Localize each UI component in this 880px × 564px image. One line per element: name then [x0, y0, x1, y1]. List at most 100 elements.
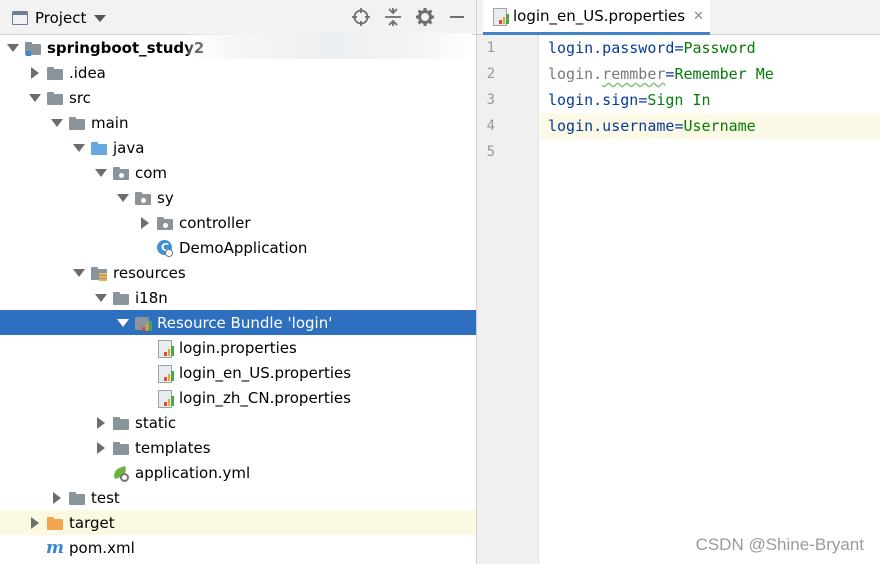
property-key: login.sign — [548, 91, 639, 109]
chevron-down-icon[interactable] — [116, 191, 130, 205]
gear-icon[interactable] — [414, 6, 436, 28]
tree-row[interactable]: login_zh_CN.properties — [0, 385, 476, 410]
chevron-down-icon[interactable] — [94, 14, 107, 22]
chevron-right-icon[interactable] — [94, 416, 108, 430]
chevron-down-icon[interactable] — [94, 166, 108, 180]
property-key: login.password — [548, 39, 675, 57]
chevron-right-icon[interactable] — [28, 516, 42, 530]
property-value: Remember Me — [674, 65, 774, 83]
code-line[interactable] — [540, 139, 880, 165]
folder-icon — [68, 114, 86, 132]
watermark: CSDN @Shine-Bryant — [695, 535, 864, 554]
excluded-folder-icon — [46, 514, 64, 532]
project-panel: Project springboot_study2 .idea src main jav… — [0, 0, 477, 564]
line-number: 2 — [486, 66, 495, 82]
properties-file-icon — [156, 389, 175, 408]
chevron-down-icon[interactable] — [94, 291, 108, 305]
property-key: login.remmber — [548, 65, 666, 83]
code-line[interactable]: login.remmber=Remember Me — [540, 61, 880, 87]
tree-row-label: Resource Bundle 'login' — [157, 313, 333, 332]
tree-row[interactable]: src — [0, 85, 476, 110]
chevron-right-icon[interactable] — [28, 66, 42, 80]
chevron-down-icon[interactable] — [116, 316, 130, 330]
tree-row[interactable]: target — [0, 510, 476, 535]
properties-file-icon — [156, 364, 175, 383]
chevron-down-icon[interactable] — [50, 116, 64, 130]
tree-row[interactable]: .idea — [0, 60, 476, 85]
class-icon — [156, 239, 174, 257]
module-folder-icon — [24, 39, 42, 57]
line-number-gutter: 1 2 3 4 5 — [477, 35, 539, 564]
chevron-right-icon[interactable] — [138, 216, 152, 230]
tree-row-label: DemoApplication — [179, 238, 308, 257]
editor-tab-bar: login_en_US.properties ✕ — [477, 0, 880, 35]
editor-tab-login-en-us[interactable]: login_en_US.properties ✕ — [483, 0, 710, 35]
tree-row-label: main — [91, 113, 129, 132]
code-line[interactable]: login.username=Username — [540, 113, 880, 139]
folder-icon — [46, 64, 64, 82]
tree-row[interactable]: Resource Bundle 'login' — [0, 310, 476, 335]
line-number: 3 — [486, 92, 495, 108]
tree-row-label: controller — [179, 213, 251, 232]
project-panel-header: Project — [0, 0, 476, 35]
chevron-down-icon[interactable] — [72, 266, 86, 280]
property-value: Username — [683, 117, 756, 135]
chevron-down-icon[interactable] — [28, 91, 42, 105]
equals-sign: = — [638, 91, 648, 109]
tree-row-label: pom.xml — [69, 538, 135, 557]
package-icon — [134, 189, 152, 207]
tree-row[interactable]: m pom.xml — [0, 535, 476, 560]
project-panel-title: Project — [35, 9, 87, 27]
tree-row-label: com — [135, 163, 168, 182]
folder-icon — [68, 489, 86, 507]
chevron-down-icon[interactable] — [6, 41, 20, 55]
tree-row-label: login_zh_CN.properties — [179, 388, 351, 407]
tree-row[interactable]: templates — [0, 435, 476, 460]
code-area[interactable]: login.password=Password login.remmber=Rem… — [540, 35, 880, 564]
code-line[interactable]: login.sign=Sign In — [540, 87, 880, 113]
locate-icon[interactable] — [350, 6, 372, 28]
properties-file-icon — [491, 7, 510, 26]
source-folder-icon — [90, 139, 108, 157]
tree-row[interactable]: resources — [0, 260, 476, 285]
property-key: login.username — [548, 117, 675, 135]
tree-row[interactable]: static — [0, 410, 476, 435]
tree-row[interactable]: test — [0, 485, 476, 510]
minimize-icon[interactable] — [446, 6, 468, 28]
tree-row[interactable]: main — [0, 110, 476, 135]
project-view-selector[interactable]: Project — [12, 7, 107, 29]
property-value: Password — [683, 39, 756, 57]
tree-row[interactable]: login.properties — [0, 335, 476, 360]
tree-row-label: i18n — [135, 288, 168, 307]
folder-icon — [112, 439, 130, 457]
chevron-right-icon[interactable] — [94, 441, 108, 455]
collapse-all-icon[interactable] — [382, 6, 404, 28]
chevron-down-icon[interactable] — [72, 141, 86, 155]
tree-row[interactable]: DemoApplication — [0, 235, 476, 260]
redacted-path-overlay — [188, 33, 473, 59]
chevron-right-icon[interactable] — [50, 491, 64, 505]
folder-icon — [112, 414, 130, 432]
tree-row[interactable]: sy — [0, 185, 476, 210]
tree-row-label: login.properties — [179, 338, 297, 357]
tree-row[interactable]: controller — [0, 210, 476, 235]
tree-row[interactable]: java — [0, 135, 476, 160]
tree-row[interactable]: com — [0, 160, 476, 185]
tree-row[interactable]: application.yml — [0, 460, 476, 485]
tree-row[interactable]: login_en_US.properties — [0, 360, 476, 385]
properties-file-icon — [156, 339, 175, 358]
tree-row[interactable]: i18n — [0, 285, 476, 310]
property-value: Sign In — [647, 91, 711, 109]
close-icon[interactable]: ✕ — [693, 9, 704, 24]
code-line[interactable]: login.password=Password — [540, 35, 880, 61]
tree-row-label: application.yml — [135, 463, 251, 482]
tree-row-label: src — [69, 88, 91, 107]
resources-folder-icon — [90, 264, 108, 282]
line-number: 5 — [486, 144, 495, 160]
project-window-icon — [12, 11, 28, 25]
editor-tab-label: login_en_US.properties — [513, 7, 686, 25]
folder-icon — [46, 89, 64, 107]
resource-bundle-icon — [134, 314, 153, 332]
tree-row-label: test — [91, 488, 120, 507]
maven-file-icon: m — [46, 537, 64, 558]
